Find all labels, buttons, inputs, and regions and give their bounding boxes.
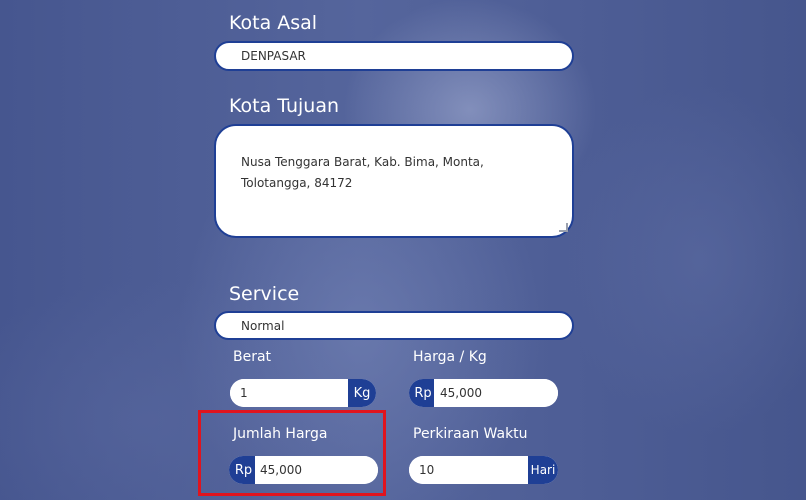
resize-grip-icon[interactable]	[559, 223, 568, 232]
price-per-kg-currency-addon: Rp	[409, 379, 434, 407]
weight-label: Berat	[233, 349, 272, 365]
origin-field[interactable]: DENPASAR	[214, 41, 574, 71]
destination-textarea[interactable]: Nusa Tenggara Barat, Kab. Bima, Monta, T…	[214, 124, 574, 238]
weight-input[interactable]: 1	[230, 379, 348, 407]
service-field[interactable]: Normal	[214, 311, 574, 340]
price-per-kg-label: Harga / Kg	[413, 349, 487, 365]
background-photo	[0, 0, 806, 500]
estimated-time-unit-addon: Hari	[528, 456, 558, 484]
destination-label: Kota Tujuan	[229, 95, 340, 117]
highlight-box	[198, 410, 386, 496]
destination-text: Nusa Tenggara Barat, Kab. Bima, Monta, T…	[241, 155, 484, 190]
service-label: Service	[229, 283, 300, 305]
origin-label: Kota Asal	[229, 12, 318, 34]
weight-input-group: 1 Kg	[230, 379, 376, 407]
price-per-kg-input-group: Rp 45,000	[409, 379, 558, 407]
estimated-time-input[interactable]: 10	[409, 456, 528, 484]
estimated-time-label: Perkiraan Waktu	[413, 426, 528, 442]
estimated-time-input-group: 10 Hari	[409, 456, 558, 484]
price-per-kg-input[interactable]: 45,000	[434, 379, 558, 407]
weight-unit-addon: Kg	[348, 379, 376, 407]
